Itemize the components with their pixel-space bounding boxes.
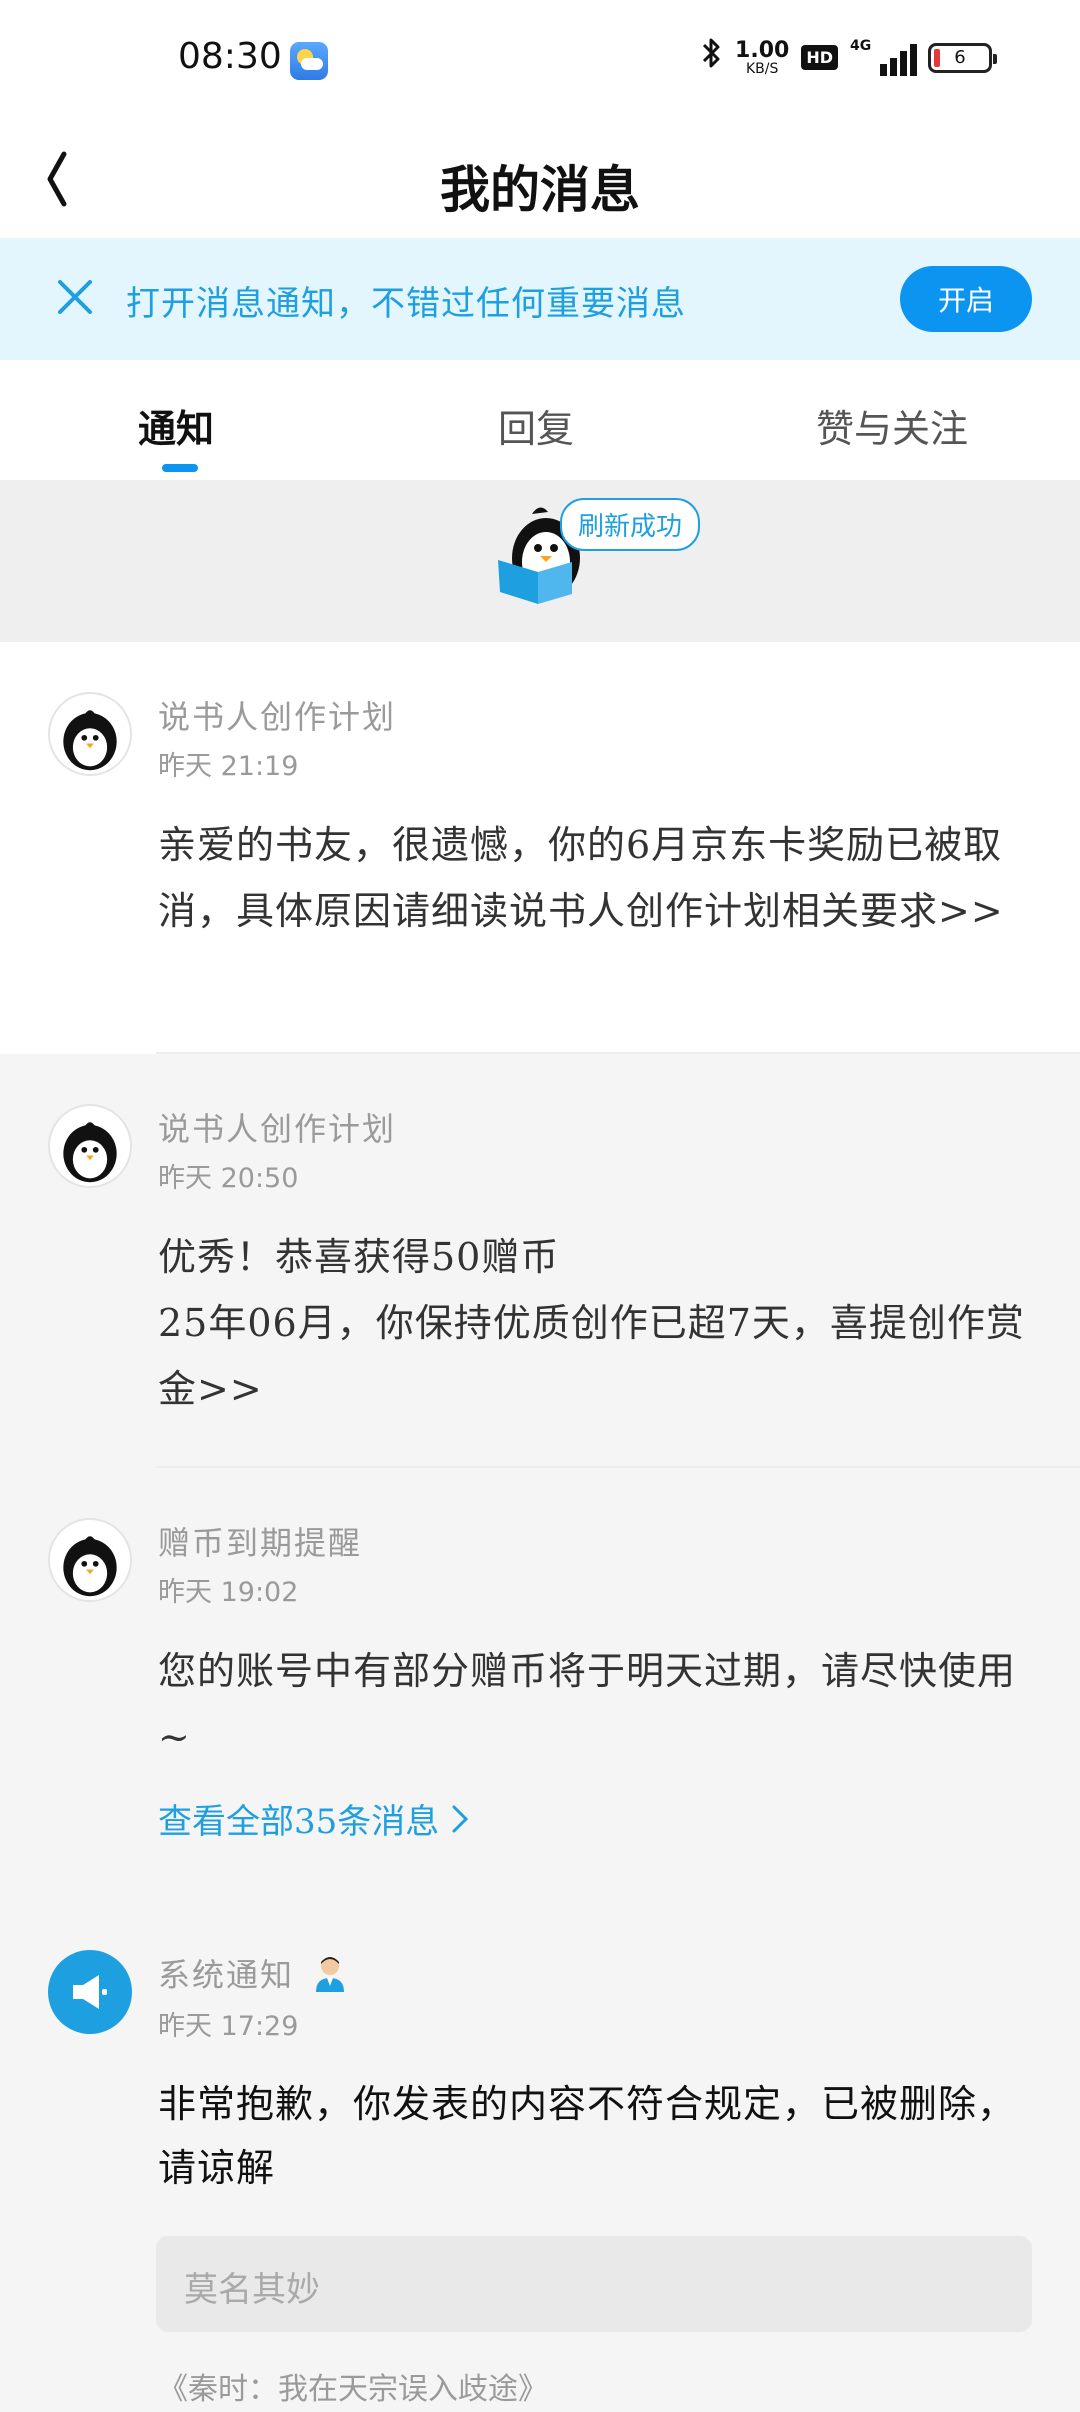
tab-active-indicator: [162, 464, 198, 472]
official-staff-icon: [316, 1957, 345, 1992]
header: 我的消息: [0, 120, 1080, 238]
weather-sun-cloud-icon: [290, 42, 328, 80]
battery-level: 6: [954, 47, 966, 68]
refresh-success-label: 刷新成功: [560, 498, 701, 551]
signal-icon: 4G: [850, 37, 917, 76]
quoted-comment[interactable]: 莫名其妙: [156, 2236, 1032, 2332]
message-body: 您的账号中有部分赠币将于明天过期，请尽快使用~: [158, 1649, 1017, 1759]
refresh-indicator: 刷新成功: [0, 480, 1080, 642]
message-body: 优秀！恭喜获得50赠币 25年06月，你保持优质创作已超7天，喜提创作赏金>>: [158, 1224, 1038, 1422]
view-all-label: 查看全部35条消息: [158, 1802, 440, 1842]
message-body-line: 优秀！恭喜获得50赠币: [158, 1235, 560, 1279]
tab-bar: 通知 回复 赞与关注: [0, 360, 1080, 480]
battery-icon: 6: [928, 42, 997, 73]
penguin-avatar-icon: [48, 1104, 132, 1188]
enable-notifications-button[interactable]: 开启: [900, 266, 1032, 332]
notification-banner: 打开消息通知，不错过任何重要消息 开启: [0, 238, 1080, 360]
banner-text: 打开消息通知，不错过任何重要消息: [126, 284, 686, 324]
message-item[interactable]: 赠币到期提醒 昨天 19:02 您的账号中有部分赠币将于明天过期，请尽快使用~ …: [0, 1468, 1080, 1884]
tab-notifications[interactable]: 通知: [138, 398, 214, 453]
message-sender: 说书人创作计划: [158, 1110, 397, 1148]
tab-likes-follows[interactable]: 赞与关注: [816, 398, 968, 453]
message-item[interactable]: 系统通知 昨天 17:29 非常抱歉，你发表的内容不符合规定，已被删除，请谅解 …: [0, 1884, 1080, 2412]
message-time: 昨天 19:02: [158, 1577, 299, 1608]
message-sender: 赠币到期提醒: [158, 1524, 363, 1562]
source-book-title[interactable]: 《秦时：我在天宗误入歧途》: [158, 2364, 548, 2408]
bluetooth-icon: [701, 36, 723, 79]
penguin-avatar-icon: [48, 1518, 132, 1602]
message-sender-name: 系统通知: [158, 1956, 295, 1994]
network-speed-value: 1.00: [735, 37, 790, 63]
status-bar: 08:30 1.00 KB/S HD 4G 6: [0, 0, 1080, 120]
status-time: 08:30: [178, 36, 282, 77]
message-item[interactable]: 说书人创作计划 昨天 21:19 亲爱的书友，很遗憾，你的6月京东卡奖励已被取消…: [0, 642, 1080, 1054]
close-icon[interactable]: [50, 272, 100, 322]
status-indicators: 1.00 KB/S HD 4G 6: [701, 36, 997, 79]
message-body: 亲爱的书友，很遗憾，你的6月京东卡奖励已被取消，具体原因请细读说书人创作计划相关…: [158, 823, 1004, 933]
message-body: 非常抱歉，你发表的内容不符合规定，已被删除，请谅解: [158, 2082, 1017, 2190]
network-speed: 1.00 KB/S: [735, 37, 790, 77]
view-all-messages-link[interactable]: 查看全部35条消息: [158, 1794, 469, 1843]
chevron-right-icon: [452, 1805, 469, 1832]
message-time: 昨天 21:19: [158, 751, 299, 782]
message-time: 昨天 17:29: [158, 2011, 299, 2042]
tab-replies[interactable]: 回复: [498, 398, 574, 453]
message-body-line: 25年06月，你保持优质创作已超7天，喜提创作赏金>>: [158, 1301, 1025, 1411]
megaphone-icon: [48, 1950, 132, 2034]
message-sender: 系统通知: [158, 1950, 348, 1996]
network-type: 4G: [850, 37, 872, 54]
message-sender: 说书人创作计划: [158, 698, 397, 736]
message-time: 昨天 20:50: [158, 1163, 299, 1194]
hd-badge: HD: [801, 45, 838, 70]
page-title: 我的消息: [440, 160, 640, 219]
penguin-avatar-icon: [48, 692, 132, 776]
message-item[interactable]: 说书人创作计划 昨天 20:50 优秀！恭喜获得50赠币 25年06月，你保持优…: [0, 1054, 1080, 1468]
network-speed-unit: KB/S: [745, 60, 779, 77]
